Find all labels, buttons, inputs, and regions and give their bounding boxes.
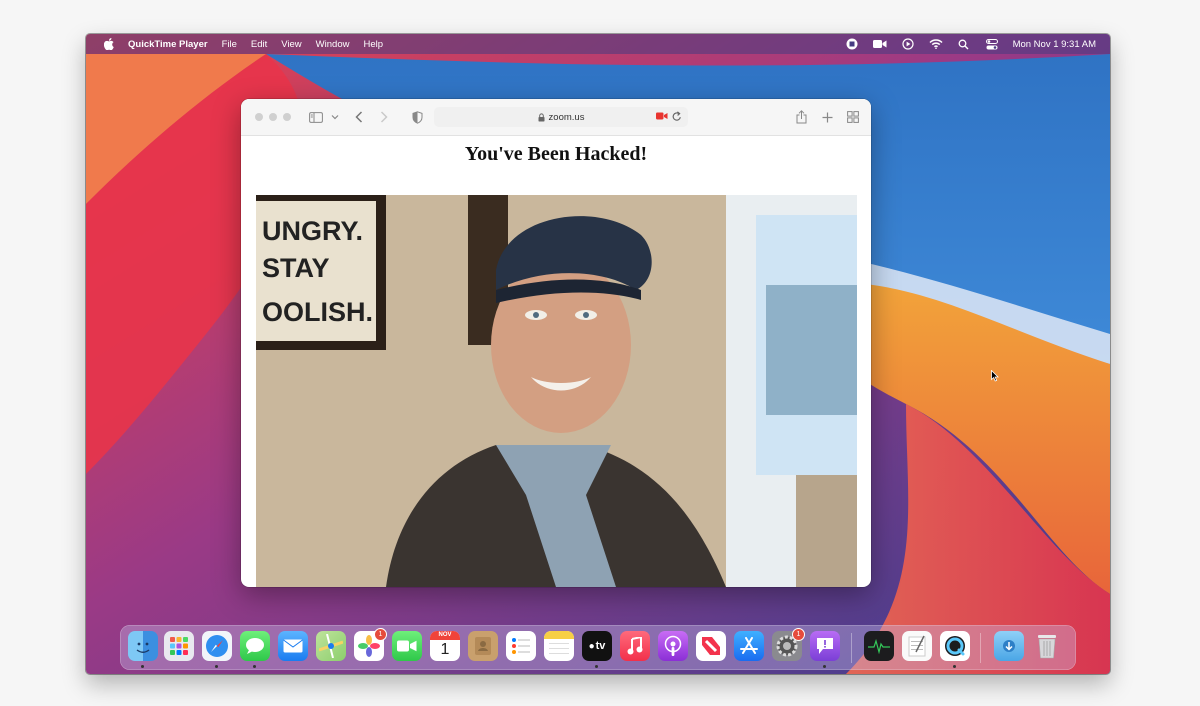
downloads-folder-icon[interactable]	[994, 631, 1024, 661]
wifi-icon[interactable]	[929, 37, 943, 51]
menu-app-name[interactable]: QuickTime Player	[128, 39, 208, 50]
lock-icon	[538, 112, 545, 122]
spotlight-search-icon[interactable]	[957, 37, 971, 51]
maps-icon[interactable]	[316, 631, 346, 661]
calendar-day: 1	[440, 641, 450, 658]
forward-button[interactable]	[376, 109, 392, 125]
calendar-icon[interactable]: NOV 1	[430, 631, 460, 661]
podcasts-icon[interactable]	[658, 631, 688, 661]
quicktime-running-indicator	[953, 665, 956, 668]
feedback-assistant-icon[interactable]	[810, 631, 840, 661]
textedit-icon[interactable]	[902, 631, 932, 661]
apple-tv-running-indicator	[595, 665, 598, 668]
messages-running-indicator	[253, 665, 256, 668]
menu-bar: QuickTime Player File Edit View Window H…	[86, 34, 1110, 54]
browser-toolbar: zoom.us	[241, 99, 871, 136]
mouse-cursor-icon	[991, 369, 999, 387]
calendar-month: NOV	[430, 631, 460, 640]
menu-view[interactable]: View	[281, 39, 301, 50]
facetime-icon[interactable]	[392, 631, 422, 661]
apple-tv-icon[interactable]: ● tv	[582, 631, 612, 661]
finder-icon[interactable]	[128, 631, 158, 661]
activity-monitor-icon[interactable]	[864, 631, 894, 661]
play-circle-icon[interactable]	[901, 37, 915, 51]
privacy-shield-icon[interactable]	[409, 109, 425, 125]
webcam-video-feed: UNGRY. STAY OOLISH.	[256, 195, 857, 587]
quicktime-icon[interactable]	[940, 631, 970, 661]
app-store-icon[interactable]	[734, 631, 764, 661]
close-window-button[interactable]	[255, 113, 263, 121]
apple-tv-label: tv	[595, 640, 606, 652]
camera-in-use-icon[interactable]	[656, 112, 668, 123]
tab-overview-icon[interactable]	[845, 109, 861, 125]
stop-recording-icon[interactable]	[845, 37, 859, 51]
safari-running-indicator	[215, 665, 218, 668]
menu-window[interactable]: Window	[316, 39, 350, 50]
mail-icon[interactable]	[278, 631, 308, 661]
sidebar-toggle-icon[interactable]	[308, 109, 324, 125]
new-tab-icon[interactable]	[819, 109, 835, 125]
menu-file[interactable]: File	[222, 39, 237, 50]
minimize-window-button[interactable]	[269, 113, 277, 121]
address-text: zoom.us	[548, 111, 585, 123]
zoom-window-button[interactable]	[283, 113, 291, 121]
safari-icon[interactable]	[202, 631, 232, 661]
menu-help[interactable]: Help	[363, 39, 383, 50]
menu-clock[interactable]: Mon Nov 1 9:31 AM	[1013, 39, 1096, 50]
system-preferences-badge: 1	[792, 628, 805, 641]
svg-text:UNGRY.: UNGRY.	[262, 216, 363, 246]
reload-icon[interactable]	[672, 111, 682, 125]
browser-window: zoom.us You've Been Hacked! UNGRY. STAY …	[241, 99, 871, 587]
news-icon[interactable]	[696, 631, 726, 661]
address-bar[interactable]: zoom.us	[434, 107, 688, 127]
dock-separator	[851, 633, 852, 663]
photos-badge: 1	[374, 628, 387, 641]
dock-separator-2	[980, 633, 981, 663]
reminders-icon[interactable]	[506, 631, 536, 661]
menu-edit[interactable]: Edit	[251, 39, 267, 50]
svg-text:OOLISH.: OOLISH.	[262, 297, 373, 327]
messages-icon[interactable]	[240, 631, 270, 661]
control-center-icon[interactable]	[985, 37, 999, 51]
launchpad-icon[interactable]	[164, 631, 194, 661]
svg-text:STAY: STAY	[262, 253, 330, 283]
back-button[interactable]	[351, 109, 367, 125]
page-heading: You've Been Hacked!	[464, 143, 648, 165]
share-icon[interactable]	[793, 109, 809, 125]
chevron-down-icon[interactable]	[327, 109, 343, 125]
feedback-assistant-running-indicator	[823, 665, 826, 668]
facetime-camera-icon[interactable]	[872, 37, 887, 51]
apple-menu-icon[interactable]	[102, 34, 116, 54]
trash-icon[interactable]	[1032, 631, 1062, 661]
desktop-screen: QuickTime Player File Edit View Window H…	[86, 34, 1110, 674]
dock: 1 NOV 1 ● tv 1	[120, 625, 1076, 670]
notes-icon[interactable]	[544, 631, 574, 661]
finder-running-indicator	[141, 665, 144, 668]
music-icon[interactable]	[620, 631, 650, 661]
contacts-icon[interactable]	[468, 631, 498, 661]
